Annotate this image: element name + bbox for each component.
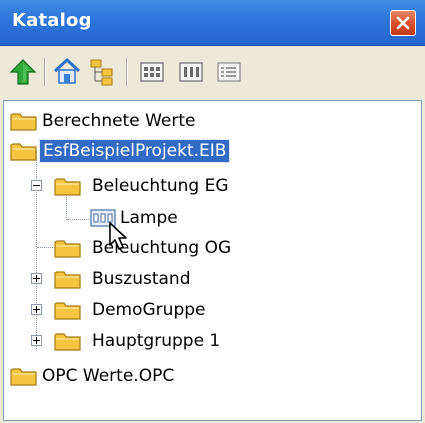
toolbar xyxy=(0,47,425,101)
home-icon xyxy=(53,58,81,84)
tree-item-label: OPC Werte.OPC xyxy=(42,366,175,386)
tree-item-label: Buszustand xyxy=(92,269,191,289)
mouse-cursor-icon xyxy=(109,222,127,250)
large-icons-view-button[interactable] xyxy=(137,57,167,87)
folder-icon xyxy=(10,143,37,161)
catalog-panel: Katalog Berechnete Werte EsfBeispielProj… xyxy=(0,0,425,423)
expand-toggle[interactable] xyxy=(31,335,42,346)
close-icon xyxy=(396,16,410,30)
folder-icon xyxy=(54,240,81,258)
folder-icon xyxy=(54,333,81,351)
tree-structure-icon xyxy=(90,59,113,86)
tree-item-label: Hauptgruppe 1 xyxy=(92,331,221,351)
small-icons-view-icon xyxy=(179,62,203,82)
list-view-icon xyxy=(217,62,241,82)
tree-structure-button[interactable] xyxy=(88,57,118,87)
toolbar-separator xyxy=(126,58,128,86)
small-icons-view-button[interactable] xyxy=(176,57,206,87)
home-button[interactable] xyxy=(52,57,82,87)
large-icons-view-icon xyxy=(140,62,164,82)
folder-icon xyxy=(54,302,81,320)
folder-icon xyxy=(10,113,37,131)
tree-item-label: Berechnete Werte xyxy=(42,111,196,131)
folder-icon xyxy=(54,178,81,196)
expand-toggle[interactable] xyxy=(31,304,42,315)
folder-icon xyxy=(10,368,37,386)
window-title: Katalog xyxy=(12,10,92,31)
toolbar-separator xyxy=(44,58,46,86)
tree-item-label: Beleuchtung EG xyxy=(92,176,229,196)
expand-toggle[interactable] xyxy=(31,273,42,284)
tree-item-label: DemoGruppe xyxy=(92,300,206,320)
tree-connector xyxy=(67,219,89,221)
tree-connector xyxy=(37,247,55,249)
collapse-toggle[interactable] xyxy=(31,180,42,191)
title-bar: Katalog xyxy=(0,0,425,46)
up-button[interactable] xyxy=(8,57,38,87)
list-view-button[interactable] xyxy=(214,57,244,87)
folder-icon xyxy=(54,271,81,289)
up-arrow-icon xyxy=(9,59,37,85)
tree-item-label: EsfBeispielProjekt.EIB xyxy=(38,139,231,163)
close-button[interactable] xyxy=(390,10,416,36)
catalog-tree[interactable]: Berechnete Werte EsfBeispielProjekt.EIB … xyxy=(3,100,422,421)
